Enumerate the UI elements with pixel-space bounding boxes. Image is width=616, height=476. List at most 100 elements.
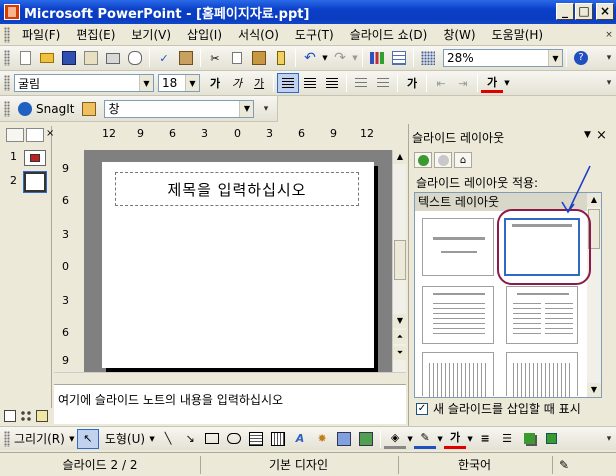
scroll-down-icon[interactable]: ▼: [587, 383, 601, 397]
chevron-down-icon[interactable]: ▼: [548, 50, 562, 66]
spelling-icon[interactable]: ✓: [153, 48, 175, 68]
close-pane-icon[interactable]: ×: [46, 128, 54, 142]
scroll-up-icon[interactable]: ▲: [393, 150, 407, 164]
line-color-dropdown-icon[interactable]: ▼: [436, 429, 444, 449]
grid-icon[interactable]: [417, 48, 439, 68]
menu-view[interactable]: 보기(V): [123, 26, 179, 43]
line-color-icon[interactable]: ✎: [414, 429, 437, 449]
toolbar-grip[interactable]: [4, 75, 10, 91]
increase-indent-icon[interactable]: ⇥: [452, 73, 474, 93]
line-style-icon[interactable]: ≡: [474, 429, 496, 449]
toolbar-grip[interactable]: [4, 100, 10, 117]
snagit-capture-icon[interactable]: [14, 99, 36, 119]
increase-font-icon[interactable]: 가: [401, 73, 423, 93]
autoshapes-dropdown-icon[interactable]: ▼: [147, 429, 157, 449]
slide-thumbnail-2[interactable]: [23, 171, 47, 193]
print-preview-icon[interactable]: [124, 48, 146, 68]
dash-style-icon[interactable]: ☰: [496, 429, 518, 449]
underline-button[interactable]: 가: [248, 73, 270, 93]
toolbar-options-icon[interactable]: ▾: [604, 49, 614, 67]
insert-picture-icon[interactable]: [355, 429, 377, 449]
font-color-draw-icon[interactable]: 가: [444, 429, 467, 449]
permission-icon[interactable]: [80, 48, 102, 68]
home-icon[interactable]: ⌂: [454, 152, 472, 168]
layout-two-column[interactable]: [506, 286, 578, 344]
back-icon[interactable]: [414, 152, 432, 168]
previous-slide-icon[interactable]: ⏶: [393, 330, 407, 344]
toolbar-options-icon[interactable]: ▾: [604, 74, 614, 92]
task-pane-close-icon[interactable]: ×: [596, 128, 607, 143]
toolbar-options-icon[interactable]: ▾: [604, 430, 614, 448]
normal-view-icon[interactable]: [4, 410, 16, 422]
align-right-icon[interactable]: [321, 73, 343, 93]
font-color-button[interactable]: 가: [481, 73, 503, 93]
text-box-icon[interactable]: [245, 429, 267, 449]
rectangle-icon[interactable]: [201, 429, 223, 449]
paste-icon[interactable]: [248, 48, 270, 68]
spell-check-status-icon[interactable]: ✎: [552, 456, 614, 474]
vertical-text-box-icon[interactable]: [267, 429, 289, 449]
chevron-down-icon[interactable]: ▼: [139, 75, 153, 91]
cut-icon[interactable]: ✂: [204, 48, 226, 68]
toolbar-options-icon[interactable]: ▾: [261, 100, 271, 118]
snagit-window-select[interactable]: 창 ▼: [104, 99, 255, 118]
line-icon[interactable]: ╲: [157, 429, 179, 449]
redo-icon[interactable]: ↷: [329, 48, 351, 68]
show-on-insert-checkbox[interactable]: ✓: [416, 402, 428, 415]
next-slide-icon[interactable]: ⏷: [393, 346, 407, 360]
slides-tab[interactable]: [26, 128, 44, 142]
font-size-select[interactable]: 18 ▼: [158, 74, 200, 92]
horizontal-scrollbar[interactable]: [54, 372, 406, 384]
layout-vertical-title-text[interactable]: [506, 352, 578, 397]
draw-menu-button[interactable]: 그리기(R): [14, 430, 65, 447]
zoom-select[interactable]: 28% ▼: [443, 49, 563, 67]
undo-icon[interactable]: ↶: [299, 48, 321, 68]
copy-icon[interactable]: [226, 48, 248, 68]
close-button[interactable]: ×: [596, 3, 614, 20]
wordart-icon[interactable]: A: [289, 429, 311, 449]
align-left-icon[interactable]: [277, 73, 299, 93]
toolbar-grip[interactable]: [4, 26, 10, 43]
layout-vertical-text[interactable]: [422, 352, 494, 397]
vertical-scrollbar[interactable]: ▲ ▼ ⏶ ⏷: [392, 150, 407, 372]
oval-icon[interactable]: [223, 429, 245, 449]
layout-title-slide[interactable]: [422, 218, 494, 276]
chevron-down-icon[interactable]: ▼: [185, 75, 199, 91]
outline-tab[interactable]: [6, 128, 24, 142]
show-on-insert-option[interactable]: ✓ 새 슬라이드를 삽입할 때 표시: [416, 400, 581, 417]
insert-chart-icon[interactable]: [366, 48, 388, 68]
diagram-icon[interactable]: ✸: [311, 429, 333, 449]
help-icon[interactable]: ?: [570, 48, 592, 68]
redo-dropdown-icon[interactable]: ▼: [351, 48, 359, 68]
forward-icon[interactable]: [434, 152, 452, 168]
menu-close-doc-icon[interactable]: ×: [604, 26, 614, 44]
menu-file[interactable]: 파일(F): [14, 26, 68, 43]
select-objects-icon[interactable]: ↖: [76, 428, 99, 449]
scroll-thumb[interactable]: [394, 240, 406, 280]
arrow-icon[interactable]: ↘: [179, 429, 201, 449]
snagit-profile-icon[interactable]: [78, 99, 100, 119]
menu-slideshow[interactable]: 슬라이드 쇼(D): [342, 26, 436, 43]
slide-thumbnail-1[interactable]: [24, 150, 46, 166]
italic-button[interactable]: 가: [226, 73, 248, 93]
bullets-icon[interactable]: [372, 73, 394, 93]
maximize-button[interactable]: □: [575, 3, 593, 20]
print-icon[interactable]: [102, 48, 124, 68]
undo-dropdown-icon[interactable]: ▼: [321, 48, 329, 68]
insert-table-icon[interactable]: [388, 48, 410, 68]
snagit-button[interactable]: SnagIt: [36, 102, 74, 116]
layout-title-text[interactable]: [422, 286, 494, 344]
align-center-icon[interactable]: [299, 73, 321, 93]
menu-help[interactable]: 도움말(H): [484, 26, 552, 43]
font-color-draw-dropdown-icon[interactable]: ▼: [466, 429, 474, 449]
save-icon[interactable]: [58, 48, 80, 68]
slideshow-view-icon[interactable]: [36, 410, 48, 422]
toolbar-grip[interactable]: [4, 430, 10, 447]
menu-edit[interactable]: 편집(E): [68, 26, 123, 43]
powerpoint-icon[interactable]: [4, 4, 20, 20]
decrease-indent-icon[interactable]: ⇤: [430, 73, 452, 93]
title-placeholder[interactable]: 제목을 입력하십시오: [115, 172, 359, 206]
shadow-style-icon[interactable]: [518, 429, 540, 449]
scroll-down-icon[interactable]: ▼: [393, 314, 407, 328]
clip-art-icon[interactable]: [333, 429, 355, 449]
